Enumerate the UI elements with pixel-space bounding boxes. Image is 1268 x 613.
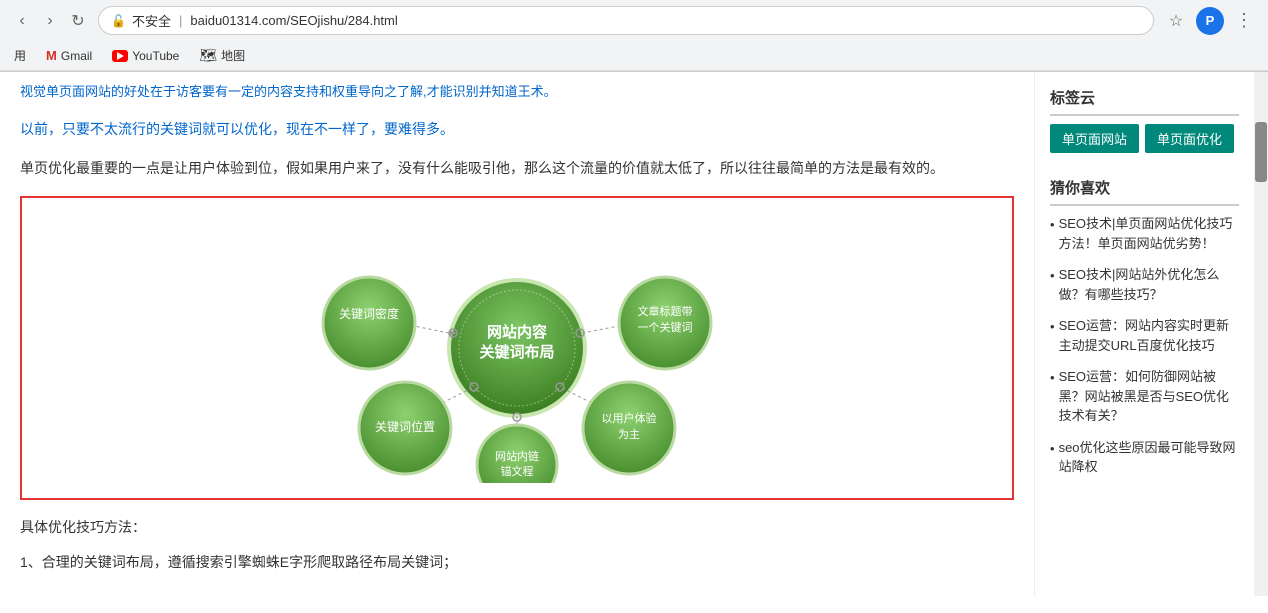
scrollbar-thumb[interactable] — [1255, 122, 1267, 182]
bullet-4: • — [1050, 368, 1055, 388]
keyword-layout-diagram: 网站内容 关键词布局 关键词密度 文章标题带 一个关键词 — [257, 213, 777, 483]
bookmark-apps[interactable]: 用 — [10, 45, 30, 66]
menu-button[interactable]: ⋮ — [1230, 7, 1258, 35]
svg-text:关键词位置: 关键词位置 — [375, 419, 435, 434]
related-link-4[interactable]: SEO运营：如何防御网站被黑？网站被黑是否与SEO优化技术有关？ — [1059, 367, 1239, 426]
gmail-icon: M — [46, 48, 57, 63]
list-item: • SEO运营：如何防御网站被黑？网站被黑是否与SEO优化技术有关？ — [1050, 367, 1239, 426]
list-item: • SEO技术|网站站外优化怎么做？有哪些技巧？ — [1050, 265, 1239, 304]
diagram-box: 网站内容 关键词布局 关键词密度 文章标题带 一个关键词 — [20, 196, 1014, 500]
bottom-text-2: 1、合理的关键词布局，遵循搜索引擎蜘蛛E字形爬取路径布局关键词； — [20, 550, 1014, 575]
maps-icon: 🗺 — [199, 47, 217, 64]
related-link-1[interactable]: SEO技术|单页面网站优化技巧方法！单页面网站优劣势！ — [1059, 214, 1239, 253]
svg-text:关键词密度: 关键词密度 — [339, 306, 399, 321]
bullet-3: • — [1050, 317, 1055, 337]
youtube-icon — [112, 50, 128, 62]
bookmark-star-button[interactable]: ☆ — [1162, 7, 1190, 35]
apps-label: 用 — [14, 47, 26, 64]
related-link-3[interactable]: SEO运营：网站内容实时更新主动提交URL百度优化技巧 — [1059, 316, 1239, 355]
forward-button[interactable]: › — [38, 9, 62, 33]
svg-text:网站内容: 网站内容 — [487, 323, 547, 341]
security-label: 不安全 — [132, 11, 171, 30]
scrollbar[interactable] — [1254, 72, 1268, 596]
bullet-1: • — [1050, 215, 1055, 235]
main-content: 视觉单页面网站的好处在于访客要有一定的内容支持和权重导向之了解,才能识别并知道王… — [0, 72, 1034, 596]
bottom-text-1: 具体优化技巧方法： — [20, 515, 1014, 540]
list-item: • seo优化这些原因最可能导致网站降权 — [1050, 438, 1239, 477]
paragraph-1-blue: 以前，只要不太流行的关键词就可以优化，现在不一样了，要难得多。 — [20, 121, 454, 137]
address-text: baidu01314.com/SEOjishu/284.html — [190, 13, 1141, 28]
profile-button[interactable]: P — [1196, 7, 1224, 35]
tag-single-page-site[interactable]: 单页面网站 — [1050, 124, 1139, 153]
related-link-5[interactable]: seo优化这些原因最可能导致网站降权 — [1059, 438, 1239, 477]
toolbar-right: ☆ P ⋮ — [1162, 7, 1258, 35]
related-title: 猜你喜欢 — [1050, 177, 1239, 206]
bookmark-gmail[interactable]: M Gmail — [42, 46, 96, 65]
youtube-play-triangle — [117, 52, 124, 60]
tag-cloud: 单页面网站 单页面优化 — [1050, 124, 1239, 153]
sidebar-tag-cloud-section: 标签云 单页面网站 单页面优化 — [1050, 87, 1239, 153]
paragraph-2: 单页优化最重要的一点是让用户体验到位，假如果用户来了，没有什么能吸引他，那么这个… — [20, 156, 1014, 181]
bookmarks-bar: 用 M Gmail YouTube 🗺 地图 — [0, 41, 1268, 71]
gmail-label: Gmail — [61, 49, 92, 63]
sidebar: 标签云 单页面网站 单页面优化 猜你喜欢 • SEO技术|单页面网站优化技巧方法… — [1034, 72, 1254, 596]
browser-toolbar: ‹ › ↻ 🔓 不安全 | baidu01314.com/SEOjishu/28… — [0, 0, 1268, 41]
svg-text:锚文程: 锚文程 — [501, 464, 534, 478]
paragraph-1: 以前，只要不太流行的关键词就可以优化，现在不一样了，要难得多。 — [20, 117, 1014, 142]
nav-buttons: ‹ › ↻ — [10, 9, 90, 33]
svg-text:网站内链: 网站内链 — [495, 449, 539, 463]
address-bar[interactable]: 🔓 不安全 | baidu01314.com/SEOjishu/284.html — [98, 6, 1154, 35]
refresh-button[interactable]: ↻ — [66, 9, 90, 33]
page-layout: 视觉单页面网站的好处在于访客要有一定的内容支持和权重导向之了解,才能识别并知道王… — [0, 72, 1268, 596]
related-link-2[interactable]: SEO技术|网站站外优化怎么做？有哪些技巧？ — [1059, 265, 1239, 304]
sidebar-related-section: 猜你喜欢 • SEO技术|单页面网站优化技巧方法！单页面网站优劣势！ • SEO… — [1050, 177, 1239, 477]
related-list: • SEO技术|单页面网站优化技巧方法！单页面网站优劣势！ • SEO技术|网站… — [1050, 214, 1239, 477]
top-text-link: 视觉单页面网站的好处在于访客要有一定的内容支持和权重导向之了解,才能识别并知道王… — [20, 84, 557, 99]
bullet-5: • — [1050, 439, 1055, 459]
tag-cloud-title: 标签云 — [1050, 87, 1239, 116]
tag-single-page-optimize[interactable]: 单页面优化 — [1145, 124, 1234, 153]
list-item: • SEO运营：网站内容实时更新主动提交URL百度优化技巧 — [1050, 316, 1239, 355]
top-paragraph: 视觉单页面网站的好处在于访客要有一定的内容支持和权重导向之了解,才能识别并知道王… — [20, 82, 1014, 103]
bookmark-maps[interactable]: 🗺 地图 — [195, 45, 249, 66]
separator: | — [179, 13, 182, 28]
list-item: • SEO技术|单页面网站优化技巧方法！单页面网站优劣势！ — [1050, 214, 1239, 253]
security-icon: 🔓 — [111, 14, 126, 28]
svg-text:关键词布局: 关键词布局 — [479, 343, 554, 361]
browser-chrome: ‹ › ↻ 🔓 不安全 | baidu01314.com/SEOjishu/28… — [0, 0, 1268, 72]
svg-text:以用户体验: 以用户体验 — [602, 411, 657, 425]
svg-text:文章标题带: 文章标题带 — [638, 304, 693, 318]
bookmark-youtube[interactable]: YouTube — [108, 47, 183, 65]
svg-text:为主: 为主 — [618, 428, 640, 441]
back-button[interactable]: ‹ — [10, 9, 34, 33]
youtube-label: YouTube — [132, 49, 179, 63]
svg-text:一个关键词: 一个关键词 — [638, 320, 693, 334]
bullet-2: • — [1050, 266, 1055, 286]
maps-label: 地图 — [221, 47, 245, 64]
